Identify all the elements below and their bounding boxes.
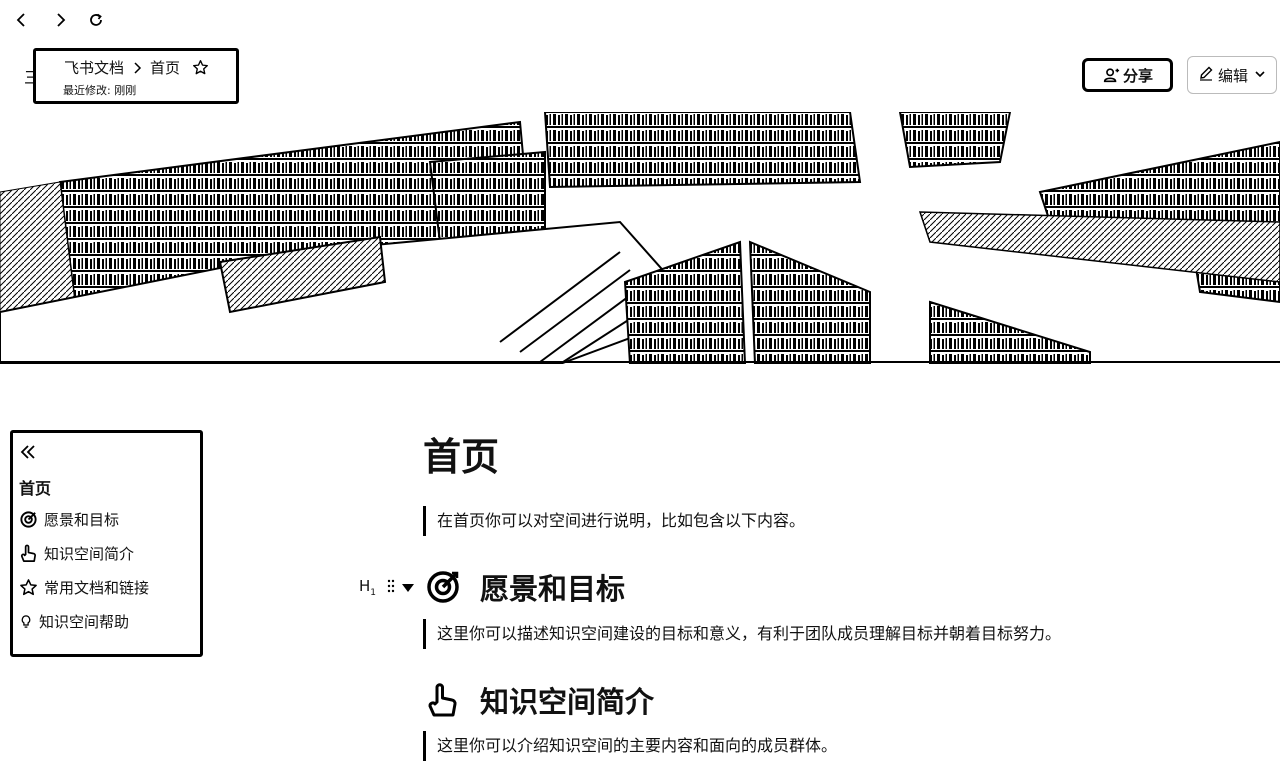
section-text-vision[interactable]: 这里你可以描述知识空间建设的目标和意义，有利于团队成员理解目标并朝着目标努力。 [423, 619, 1061, 649]
outline-item-label: 知识空间简介 [44, 545, 135, 563]
user-add-icon [1103, 68, 1120, 83]
outline-item-intro[interactable]: 知识空间简介 [19, 543, 134, 564]
reload-icon [90, 13, 102, 26]
back-button[interactable] [10, 8, 34, 32]
outline-item-label: 常用文档和链接 [44, 579, 150, 597]
pencil-icon [1198, 65, 1218, 85]
drag-handle-icon[interactable] [376, 579, 396, 597]
hand-pointer-icon [19, 544, 44, 563]
browser-toolbar [0, 0, 1280, 40]
outline-item-home[interactable]: 首页 [19, 475, 51, 499]
reload-button[interactable] [84, 8, 108, 32]
share-label: 分享 [1122, 66, 1153, 85]
outline-item-vision[interactable]: 愿景和目标 [19, 509, 119, 530]
lightbulb-icon [19, 612, 39, 631]
edit-label: 编辑 [1217, 66, 1248, 85]
forward-button[interactable] [48, 8, 72, 32]
chevron-right-icon [132, 61, 142, 74]
block-toolbar[interactable]: H1 [359, 577, 415, 598]
outline-item-label: 知识空间帮助 [39, 613, 130, 631]
hand-pointer-icon [425, 682, 461, 718]
share-button[interactable]: 分享 [1082, 58, 1173, 92]
section-heading-text: 愿景和目标 [480, 572, 626, 606]
target-icon [19, 510, 44, 529]
caret-down-icon[interactable] [396, 579, 415, 597]
outline-panel: 首页 愿景和目标 知识空间简介 常用文档和链接 知识空间帮助 [10, 430, 203, 657]
heading-level-icon[interactable]: H1 [359, 577, 376, 598]
outline-item-label: 愿景和目标 [44, 511, 120, 529]
chevron-left-icon [16, 13, 25, 27]
document-title-panel: 飞书文档 首页 最近修改: 刚刚 [33, 48, 239, 104]
cover-image [0, 112, 1280, 364]
page-title[interactable]: 首页 [423, 426, 499, 481]
section-heading-vision[interactable]: 愿景和目标 [425, 566, 625, 608]
intro-quote[interactable]: 在首页你可以对空间进行说明，比如包含以下内容。 [423, 506, 805, 536]
favorite-star-icon[interactable] [192, 59, 209, 76]
last-modified-text: 最近修改: 刚刚 [63, 84, 137, 97]
breadcrumb-current[interactable]: 首页 [150, 57, 180, 78]
breadcrumb: 飞书文档 首页 [64, 57, 209, 78]
chevron-right-icon [57, 13, 66, 27]
edit-button[interactable]: 编辑 [1187, 56, 1277, 94]
chevron-down-icon [1248, 66, 1266, 84]
outline-item-links[interactable]: 常用文档和链接 [19, 577, 149, 598]
star-icon [19, 578, 44, 597]
target-icon [425, 569, 461, 605]
breadcrumb-root[interactable]: 飞书文档 [64, 57, 124, 78]
section-text-intro[interactable]: 这里你可以介绍知识空间的主要内容和面向的成员群体。 [423, 731, 837, 761]
outline-item-help[interactable]: 知识空间帮助 [19, 611, 129, 632]
section-heading-text: 知识空间简介 [480, 685, 655, 719]
collapse-outline-icon[interactable] [19, 443, 41, 463]
section-heading-intro[interactable]: 知识空间简介 [425, 679, 654, 721]
